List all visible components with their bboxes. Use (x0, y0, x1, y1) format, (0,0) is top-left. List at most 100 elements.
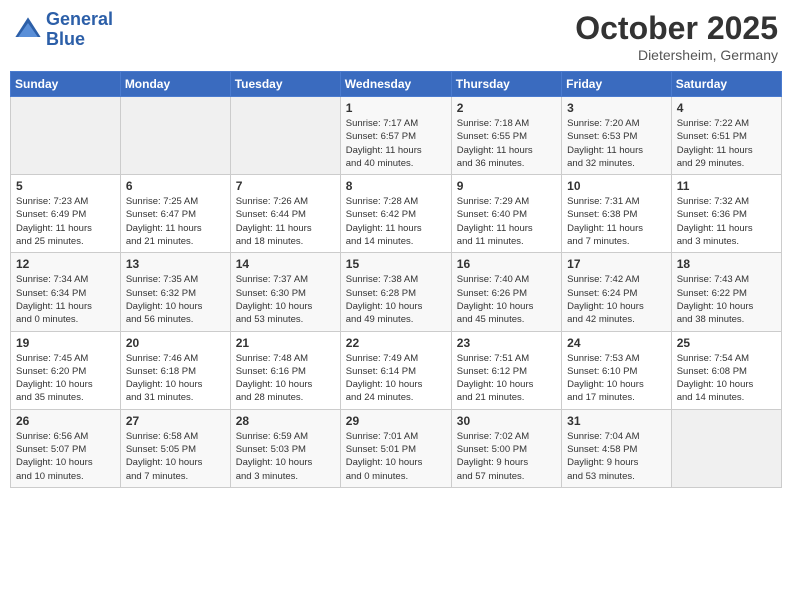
day-number: 21 (236, 336, 335, 350)
day-info: Sunrise: 7:17 AM Sunset: 6:57 PM Dayligh… (346, 117, 446, 170)
day-number: 19 (16, 336, 115, 350)
day-info: Sunrise: 7:26 AM Sunset: 6:44 PM Dayligh… (236, 195, 335, 248)
day-number: 25 (677, 336, 776, 350)
title-block: October 2025 Dietersheim, Germany (575, 10, 778, 63)
logo-text: General Blue (46, 10, 113, 50)
calendar-cell (671, 409, 781, 487)
weekday-header-wednesday: Wednesday (340, 72, 451, 97)
day-info: Sunrise: 6:56 AM Sunset: 5:07 PM Dayligh… (16, 430, 115, 483)
calendar-cell: 22Sunrise: 7:49 AM Sunset: 6:14 PM Dayli… (340, 331, 451, 409)
day-info: Sunrise: 7:53 AM Sunset: 6:10 PM Dayligh… (567, 352, 666, 405)
day-info: Sunrise: 7:01 AM Sunset: 5:01 PM Dayligh… (346, 430, 446, 483)
calendar-cell (120, 97, 230, 175)
calendar-cell (11, 97, 121, 175)
day-number: 30 (457, 414, 556, 428)
day-info: Sunrise: 7:23 AM Sunset: 6:49 PM Dayligh… (16, 195, 115, 248)
calendar-cell: 8 Sunrise: 7:28 AM Sunset: 6:42 PM Daylig… (340, 175, 451, 253)
day-info: Sunrise: 7:42 AM Sunset: 6:24 PM Dayligh… (567, 273, 666, 326)
weekday-header-friday: Friday (562, 72, 672, 97)
calendar-cell: 4 Sunrise: 7:22 AM Sunset: 6:51 PM Daylig… (671, 97, 781, 175)
calendar-cell: 29 Sunrise: 7:01 AM Sunset: 5:01 PM Dayli… (340, 409, 451, 487)
day-info: Sunrise: 7:32 AM Sunset: 6:36 PM Dayligh… (677, 195, 776, 248)
calendar-cell: 25Sunrise: 7:54 AM Sunset: 6:08 PM Dayli… (671, 331, 781, 409)
week-row-2: 5 Sunrise: 7:23 AM Sunset: 6:49 PM Daylig… (11, 175, 782, 253)
calendar-cell: 19 Sunrise: 7:45 AM Sunset: 6:20 PM Dayli… (11, 331, 121, 409)
day-number: 10 (567, 179, 666, 193)
day-info: Sunrise: 7:29 AM Sunset: 6:40 PM Dayligh… (457, 195, 556, 248)
day-number: 12 (16, 257, 115, 271)
week-row-1: 1 Sunrise: 7:17 AM Sunset: 6:57 PM Daylig… (11, 97, 782, 175)
day-info: Sunrise: 7:25 AM Sunset: 6:47 PM Dayligh… (126, 195, 225, 248)
day-number: 31 (567, 414, 666, 428)
calendar-cell: 7Sunrise: 7:26 AM Sunset: 6:44 PM Daylig… (230, 175, 340, 253)
day-number: 17 (567, 257, 666, 271)
day-info: Sunrise: 7:51 AM Sunset: 6:12 PM Dayligh… (457, 352, 556, 405)
calendar-cell: 26Sunrise: 6:56 AM Sunset: 5:07 PM Dayli… (11, 409, 121, 487)
day-info: Sunrise: 7:48 AM Sunset: 6:16 PM Dayligh… (236, 352, 335, 405)
day-number: 5 (16, 179, 115, 193)
day-number: 2 (457, 101, 556, 115)
week-row-3: 12 Sunrise: 7:34 AM Sunset: 6:34 PM Dayli… (11, 253, 782, 331)
day-info: Sunrise: 7:38 AM Sunset: 6:28 PM Dayligh… (346, 273, 446, 326)
calendar-cell: 5 Sunrise: 7:23 AM Sunset: 6:49 PM Daylig… (11, 175, 121, 253)
calendar-cell: 12 Sunrise: 7:34 AM Sunset: 6:34 PM Dayli… (11, 253, 121, 331)
day-number: 27 (126, 414, 225, 428)
day-info: Sunrise: 7:34 AM Sunset: 6:34 PM Dayligh… (16, 273, 115, 326)
day-number: 14 (236, 257, 335, 271)
day-info: Sunrise: 7:20 AM Sunset: 6:53 PM Dayligh… (567, 117, 666, 170)
calendar-cell: 20 Sunrise: 7:46 AM Sunset: 6:18 PM Dayli… (120, 331, 230, 409)
day-info: Sunrise: 7:04 AM Sunset: 4:58 PM Dayligh… (567, 430, 666, 483)
calendar-cell: 21 Sunrise: 7:48 AM Sunset: 6:16 PM Dayli… (230, 331, 340, 409)
weekday-header-thursday: Thursday (451, 72, 561, 97)
day-info: Sunrise: 7:31 AM Sunset: 6:38 PM Dayligh… (567, 195, 666, 248)
day-info: Sunrise: 7:43 AM Sunset: 6:22 PM Dayligh… (677, 273, 776, 326)
calendar-cell: 14 Sunrise: 7:37 AM Sunset: 6:30 PM Dayli… (230, 253, 340, 331)
day-number: 9 (457, 179, 556, 193)
day-number: 29 (346, 414, 446, 428)
logo-icon (14, 16, 42, 44)
day-number: 20 (126, 336, 225, 350)
day-info: Sunrise: 6:59 AM Sunset: 5:03 PM Dayligh… (236, 430, 335, 483)
day-number: 3 (567, 101, 666, 115)
calendar-cell: 1 Sunrise: 7:17 AM Sunset: 6:57 PM Daylig… (340, 97, 451, 175)
day-number: 8 (346, 179, 446, 193)
day-number: 22 (346, 336, 446, 350)
day-number: 23 (457, 336, 556, 350)
day-info: Sunrise: 7:46 AM Sunset: 6:18 PM Dayligh… (126, 352, 225, 405)
weekday-header-tuesday: Tuesday (230, 72, 340, 97)
calendar-cell: 18 Sunrise: 7:43 AM Sunset: 6:22 PM Dayli… (671, 253, 781, 331)
day-number: 1 (346, 101, 446, 115)
day-info: Sunrise: 6:58 AM Sunset: 5:05 PM Dayligh… (126, 430, 225, 483)
page-header: General Blue October 2025 Dietersheim, G… (10, 10, 782, 63)
calendar-cell: 3 Sunrise: 7:20 AM Sunset: 6:53 PM Daylig… (562, 97, 672, 175)
weekday-header-saturday: Saturday (671, 72, 781, 97)
week-row-4: 19 Sunrise: 7:45 AM Sunset: 6:20 PM Dayli… (11, 331, 782, 409)
day-info: Sunrise: 7:18 AM Sunset: 6:55 PM Dayligh… (457, 117, 556, 170)
month-title: October 2025 (575, 10, 778, 47)
day-number: 18 (677, 257, 776, 271)
calendar-cell: 28 Sunrise: 6:59 AM Sunset: 5:03 PM Dayli… (230, 409, 340, 487)
day-info: Sunrise: 7:45 AM Sunset: 6:20 PM Dayligh… (16, 352, 115, 405)
calendar-cell: 9 Sunrise: 7:29 AM Sunset: 6:40 PM Daylig… (451, 175, 561, 253)
day-number: 16 (457, 257, 556, 271)
day-number: 28 (236, 414, 335, 428)
day-number: 4 (677, 101, 776, 115)
calendar-cell: 13 Sunrise: 7:35 AM Sunset: 6:32 PM Dayli… (120, 253, 230, 331)
calendar-table: SundayMondayTuesdayWednesdayThursdayFrid… (10, 71, 782, 488)
day-info: Sunrise: 7:37 AM Sunset: 6:30 PM Dayligh… (236, 273, 335, 326)
day-number: 13 (126, 257, 225, 271)
day-info: Sunrise: 7:28 AM Sunset: 6:42 PM Dayligh… (346, 195, 446, 248)
calendar-cell: 15 Sunrise: 7:38 AM Sunset: 6:28 PM Dayli… (340, 253, 451, 331)
day-number: 11 (677, 179, 776, 193)
day-info: Sunrise: 7:40 AM Sunset: 6:26 PM Dayligh… (457, 273, 556, 326)
day-number: 24 (567, 336, 666, 350)
location: Dietersheim, Germany (575, 47, 778, 63)
calendar-cell: 6 Sunrise: 7:25 AM Sunset: 6:47 PM Daylig… (120, 175, 230, 253)
day-info: Sunrise: 7:22 AM Sunset: 6:51 PM Dayligh… (677, 117, 776, 170)
calendar-cell: 17 Sunrise: 7:42 AM Sunset: 6:24 PM Dayli… (562, 253, 672, 331)
logo: General Blue (14, 10, 113, 50)
day-number: 15 (346, 257, 446, 271)
day-info: Sunrise: 7:35 AM Sunset: 6:32 PM Dayligh… (126, 273, 225, 326)
day-number: 6 (126, 179, 225, 193)
calendar-cell: 2 Sunrise: 7:18 AM Sunset: 6:55 PM Daylig… (451, 97, 561, 175)
